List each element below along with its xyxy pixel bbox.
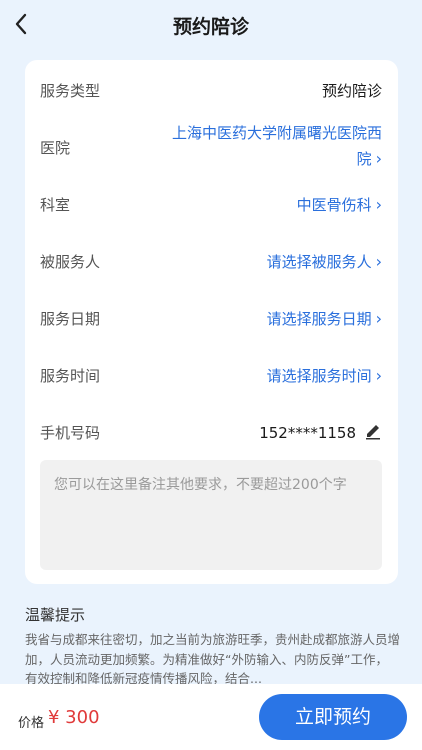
time-text: 请选择服务时间: [266, 367, 372, 385]
hospital-value[interactable]: 上海中医药大学附属曙光医院西院 ›: [162, 120, 382, 172]
phone-value[interactable]: 152****1158: [259, 422, 382, 444]
submit-booking-button[interactable]: 立即预约: [259, 694, 407, 740]
time-value[interactable]: 请选择服务时间 ›: [267, 365, 382, 386]
price-value: ¥ 300: [48, 707, 100, 728]
date-text: 请选择服务日期: [266, 310, 372, 328]
service-type-label: 服务类型: [40, 82, 101, 100]
chevron-right-icon: ›: [375, 309, 382, 328]
patient-label: 被服务人: [40, 253, 101, 271]
chevron-right-icon: ›: [375, 366, 382, 385]
pencil-icon[interactable]: [364, 422, 382, 444]
chevron-right-icon: ›: [375, 195, 382, 214]
chevron-right-icon: ›: [375, 149, 382, 168]
time-label: 服务时间: [40, 367, 101, 385]
top-bar: 预约陪诊: [0, 0, 422, 52]
remark-placeholder: 您可以在这里备注其他要求，不要超过200个字: [54, 477, 347, 493]
tips-title: 温馨提示: [25, 606, 86, 624]
patient-text: 请选择被服务人: [266, 253, 372, 271]
remark-textarea[interactable]: 您可以在这里备注其他要求，不要超过200个字: [40, 460, 382, 570]
department-text: 中医骨伤科: [296, 196, 372, 214]
time-row[interactable]: 服务时间 请选择服务时间 ›: [25, 363, 398, 389]
phone-label: 手机号码: [40, 424, 101, 442]
phone-row: 手机号码 152****1158: [25, 420, 398, 446]
hospital-label: 医院: [40, 139, 71, 157]
tips-body: 我省与成都来往密切，加之当前为旅游旺季，贵州赴成都旅游人员增加，人员流动更加频繁…: [25, 632, 400, 686]
department-label: 科室: [40, 196, 71, 214]
patient-value[interactable]: 请选择被服务人 ›: [267, 251, 382, 272]
price-label: 价格: [18, 716, 45, 731]
hospital-name: 上海中医药大学附属曙光医院西院: [171, 124, 382, 168]
chevron-right-icon: ›: [375, 252, 382, 271]
department-value[interactable]: 中医骨伤科 ›: [297, 194, 382, 215]
patient-row[interactable]: 被服务人 请选择被服务人 ›: [25, 249, 398, 275]
date-row[interactable]: 服务日期 请选择服务日期 ›: [25, 306, 398, 332]
service-type-value: 预约陪诊: [321, 82, 382, 100]
date-value[interactable]: 请选择服务日期 ›: [267, 308, 382, 329]
page-title: 预约陪诊: [172, 16, 249, 38]
bottom-bar: 价格 ¥ 300 立即预约: [0, 684, 422, 750]
phone-text: 152****1158: [259, 424, 356, 442]
date-label: 服务日期: [40, 310, 101, 328]
booking-form-card: 服务类型 预约陪诊 医院 上海中医药大学附属曙光医院西院 › 科室 中医骨伤科 › …: [25, 60, 398, 584]
department-row[interactable]: 科室 中医骨伤科 ›: [25, 192, 398, 218]
service-type-row: 服务类型 预约陪诊: [25, 78, 398, 104]
